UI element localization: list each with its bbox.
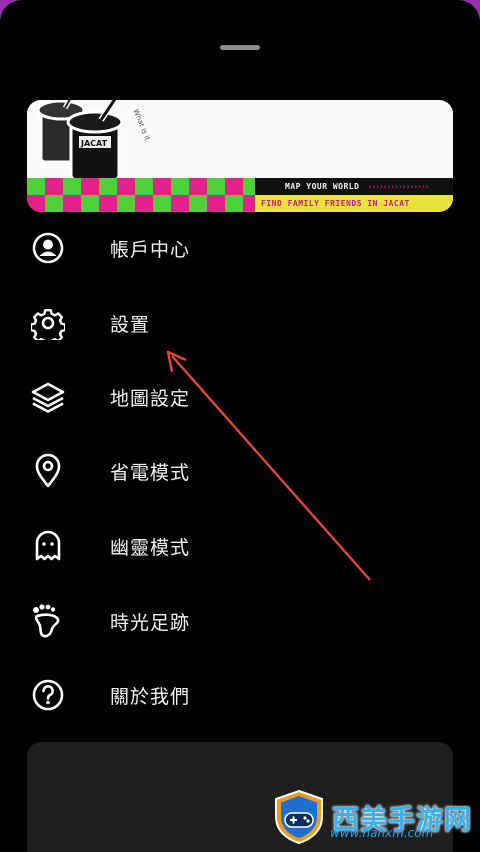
cup-label: JACAT — [80, 139, 108, 148]
menu-label: 幽靈模式 — [110, 536, 191, 559]
menu-label: 地圖設定 — [110, 387, 191, 410]
menu-label: 帳戶中心 — [110, 238, 191, 261]
menu-item-map-settings[interactable]: 地圖設定 — [0, 367, 480, 427]
menu-item-footprints[interactable]: 時光足跡 — [0, 591, 480, 651]
help-icon — [30, 677, 66, 713]
banner-strip-title: MAP YOUR WORLD ›››››››››››››››› — [255, 178, 453, 195]
ghost-icon — [30, 528, 66, 564]
banner-title-text: MAP YOUR WORLD — [285, 182, 360, 191]
watermark-url: www.hanxm.com — [330, 826, 434, 840]
menu-item-settings[interactable]: 設置 — [0, 293, 480, 353]
menu-item-account-center[interactable]: 帳戶中心 — [0, 218, 480, 278]
banner-subtitle-text: FIND FAMILY FRIENDS IN JACAT — [261, 199, 410, 208]
menu-label: 關於我們 — [110, 685, 191, 708]
layers-icon — [30, 379, 66, 415]
footprint-icon — [30, 603, 66, 639]
menu-label: 設置 — [110, 313, 151, 336]
account-icon — [30, 230, 66, 266]
menu-label: 時光足跡 — [110, 611, 191, 634]
menu-item-ghost-mode[interactable]: 幽靈模式 — [0, 516, 480, 576]
shield-gamepad-logo — [275, 789, 323, 845]
drag-handle[interactable] — [220, 45, 260, 50]
banner-strip-subtitle: FIND FAMILY FRIENDS IN JACAT — [255, 195, 453, 212]
menu-item-power-saving[interactable]: 省電模式 — [0, 441, 480, 501]
menu-sheet: JACAT What is it MAP YOUR WORLD ››››››››… — [0, 0, 480, 852]
menu-item-about-us[interactable]: 關於我們 — [0, 665, 480, 725]
gear-icon — [30, 305, 66, 341]
checker-pattern-bottom — [27, 195, 255, 212]
location-pin-icon — [30, 453, 66, 489]
menu-label: 省電模式 — [110, 461, 191, 484]
checker-pattern-top — [27, 178, 255, 195]
chevrons-icon: ›››››››››››››››› — [367, 182, 429, 191]
promo-banner[interactable]: JACAT What is it MAP YOUR WORLD ››››››››… — [27, 100, 453, 212]
